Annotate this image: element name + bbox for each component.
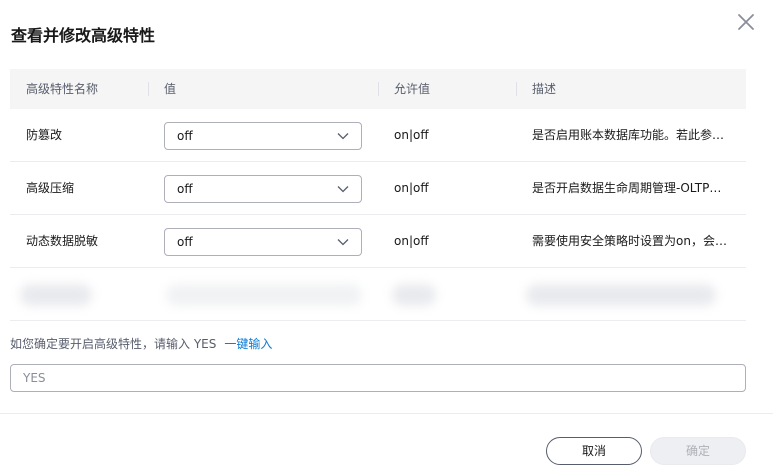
value-select[interactable]: off — [164, 228, 362, 256]
allowed-values: on|off — [394, 181, 429, 195]
table-row: 高级压缩 off on|off 是否开启数据生命周期管理-OLTP… — [10, 162, 746, 215]
header-allowed: 允许值 — [394, 82, 431, 96]
value-select[interactable]: off — [164, 122, 362, 150]
confirm-prompt-text: 如您确定要开启高级特性，请输入 YES — [10, 337, 217, 351]
footer-divider — [0, 413, 773, 414]
feature-name: 动态数据脱敏 — [26, 234, 99, 248]
blurred-cell — [392, 284, 436, 306]
select-value: off — [177, 182, 193, 196]
value-select[interactable]: off — [164, 175, 362, 203]
chevron-down-icon — [337, 239, 349, 246]
header-divider — [378, 82, 379, 96]
features-table: 高级特性名称 值 允许值 描述 防篡改 off on|off 是否启用账本数据库… — [10, 69, 746, 321]
feature-description: 是否启用账本数据库功能。若此参… — [532, 128, 725, 142]
blurred-cell — [526, 284, 716, 306]
feature-description: 是否开启数据生命周期管理-OLTP… — [532, 181, 722, 195]
select-value: off — [177, 235, 193, 249]
feature-name: 高级压缩 — [26, 181, 75, 195]
feature-name: 防篡改 — [26, 128, 63, 142]
dialog-title: 查看并修改高级特性 — [11, 26, 156, 45]
table-header: 高级特性名称 值 允许值 描述 — [10, 69, 746, 109]
ok-button[interactable]: 确定 — [650, 437, 746, 465]
chevron-down-icon — [337, 133, 349, 140]
chevron-down-icon — [337, 186, 349, 193]
table-row: 动态数据脱敏 off on|off 需要使用安全策略时设置为on，会… — [10, 215, 746, 268]
confirm-prompt: 如您确定要开启高级特性，请输入 YES 一键输入 — [10, 335, 272, 352]
blurred-cell — [20, 284, 92, 306]
allowed-values: on|off — [394, 128, 429, 142]
allowed-values: on|off — [394, 234, 429, 248]
blurred-cell — [166, 284, 362, 306]
header-divider — [516, 82, 517, 96]
header-description: 描述 — [532, 82, 557, 96]
close-icon[interactable] — [734, 10, 758, 34]
blurred-table-row — [10, 268, 746, 321]
header-value: 值 — [164, 82, 177, 96]
table-row: 防篡改 off on|off 是否启用账本数据库功能。若此参… — [10, 109, 746, 162]
confirm-input[interactable] — [10, 364, 746, 392]
header-name: 高级特性名称 — [26, 82, 99, 96]
cancel-button[interactable]: 取消 — [546, 437, 642, 465]
feature-description: 需要使用安全策略时设置为on，会… — [532, 234, 727, 248]
quick-fill-link[interactable]: 一键输入 — [224, 337, 272, 351]
header-divider — [148, 82, 149, 96]
select-value: off — [177, 129, 193, 143]
